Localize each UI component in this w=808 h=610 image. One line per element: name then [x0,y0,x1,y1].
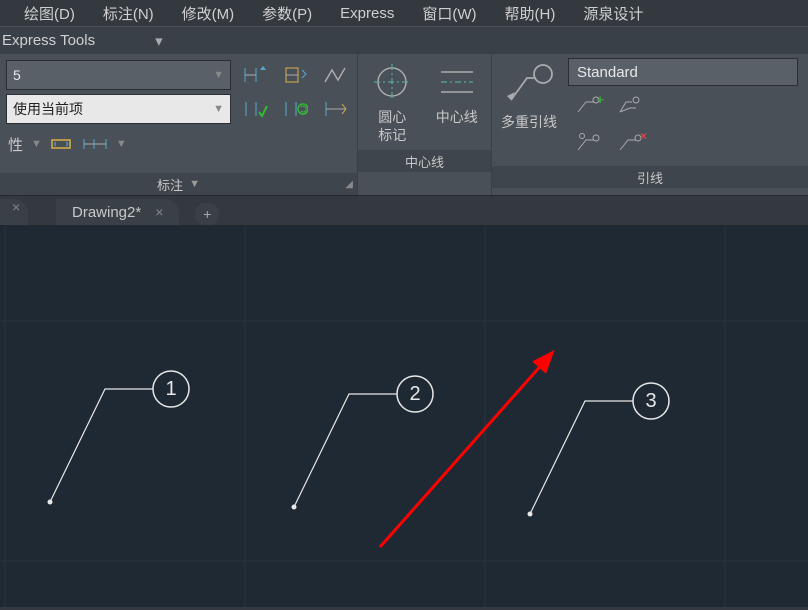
grid [0,226,808,607]
menu-help[interactable]: 帮助(H) [505,3,556,24]
menu-params[interactable]: 参数(P) [262,3,312,24]
menu-yuanquan[interactable]: 源泉设计 [583,3,643,24]
leader-1[interactable]: 1 [48,371,190,505]
menu-bar: 绘图(D) 标注(N) 修改(M) 参数(P) Express 窗口(W) 帮助… [0,0,808,26]
ribbon-tab-express[interactable]: Express Tools [2,32,95,49]
chevron-down-icon[interactable]: ▼ [116,138,127,150]
continue-dim-icon[interactable] [82,132,110,156]
panel-title-centerline: 中心线 [358,150,491,172]
mleader-align-icon[interactable] [616,94,644,120]
quick-dim-icon[interactable] [48,132,76,156]
dialog-launcher-icon[interactable]: ◢ [345,179,353,190]
dim-jog-icon[interactable] [319,60,351,90]
menu-window[interactable]: 窗口(W) [422,3,476,24]
panel-title-dimension[interactable]: 标注 ▼ ◢ [0,173,357,195]
mleader-add-icon[interactable]: + [574,94,602,120]
leader-3[interactable]: 3 [528,383,670,517]
close-icon[interactable]: × [155,204,163,220]
ribbon-tab-bar: Express Tools ▾ [0,26,808,54]
menu-modify[interactable]: 修改(M) [182,3,235,24]
ribbon-panel-dimension: 5 ▼ 使用当前项 ▼ 性 ▼ ▼ [0,54,358,195]
chevron-down-icon: ▼ [213,103,224,115]
dim-break-icon[interactable] [239,60,271,90]
mleader-style-combo[interactable]: Standard [568,58,798,86]
dim-oblique-icon[interactable] [319,94,351,124]
close-icon[interactable]: × [0,199,20,215]
svg-text:1: 1 [165,378,176,400]
centerline-button[interactable]: 中心线 [429,60,486,126]
new-tab-button[interactable]: + [195,203,219,225]
dim-prop-label: 性 [6,134,25,155]
ribbon-panel-centerline: 圆心 标记 中心线 中心线 [358,54,492,195]
red-arrow-annotation [380,353,552,547]
plus-badge-icon: + [596,92,604,107]
tab-label: Drawing2* [72,204,141,221]
menu-draw[interactable]: 绘图(D) [24,3,75,24]
svg-text:3: 3 [645,390,656,412]
dim-check-icon[interactable] [239,94,271,124]
center-mark-label: 圆心 标记 [378,108,406,144]
chevron-down-icon: ▼ [213,69,224,81]
mleader-label: 多重引线 [501,112,557,132]
dim-layer-combo[interactable]: 使用当前项 ▼ [6,94,231,124]
menu-dim[interactable]: 标注(N) [103,3,154,24]
panel-title-leader: 引线 [492,166,808,188]
mleader-remove-icon[interactable]: × [616,132,644,158]
drawing-tab-bar: × Drawing2* × + [0,196,808,226]
canvas-svg: 1 2 3 [0,226,808,607]
dim-reassoc-icon[interactable] [279,94,311,124]
prev-tab-edge[interactable]: × [0,199,28,225]
mleader-style-value: Standard [577,64,638,81]
ribbon-tab-dropdown-icon[interactable]: ▾ [155,32,163,50]
mleader-button[interactable]: 多重引线 [496,58,562,162]
chevron-down-icon: ▼ [189,178,200,190]
leader-2[interactable]: 2 [292,376,434,510]
chevron-down-icon[interactable]: ▼ [31,138,42,150]
center-mark-button[interactable]: 圆心 标记 [364,60,421,144]
svg-text:2: 2 [409,383,420,405]
menu-express[interactable]: Express [340,5,394,22]
drawing-tab-active[interactable]: Drawing2* × [56,199,179,225]
mleader-collect-icon[interactable] [574,132,602,158]
dim-style-combo[interactable]: 5 ▼ [6,60,231,90]
centerline-label: 中心线 [436,108,478,126]
x-badge-icon: × [640,129,647,143]
dim-style-value: 5 [13,67,21,83]
ribbon-panel-leader: 多重引线 Standard + [492,54,808,195]
dim-layer-value: 使用当前项 [13,99,83,119]
ribbon: 5 ▼ 使用当前项 ▼ 性 ▼ ▼ [0,54,808,196]
drawing-canvas[interactable]: 1 2 3 [0,226,808,607]
dim-update-icon[interactable] [279,60,311,90]
